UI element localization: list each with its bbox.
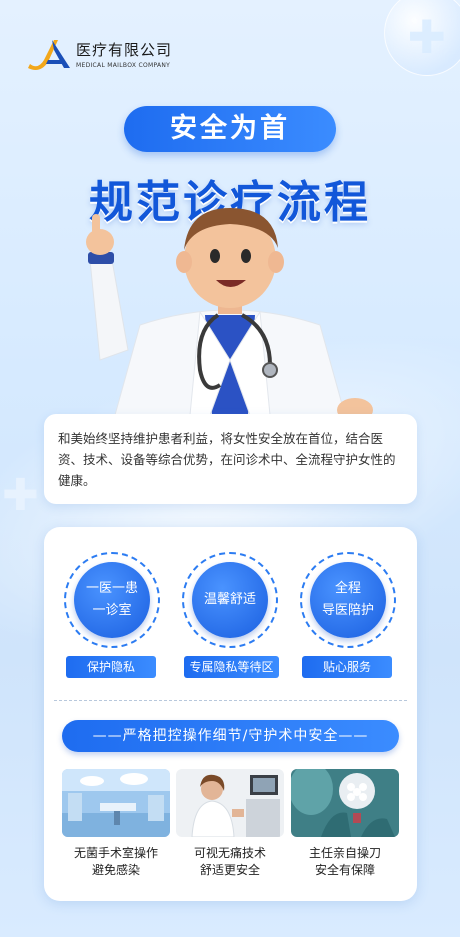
feature-tag: 专属隐私等待区 [184,656,279,678]
features-card: 一医一患 一诊室 温馨舒适 全程 导医陪护 保护隐私 专属隐私等待区 贴心服务 … [44,527,417,901]
headline-pill: 安全为首 [124,106,336,152]
intro-card: 和美始终坚持维护患者利益，将女性安全放在首位，结合医资、技术、设备等综合优势，在… [44,414,417,504]
plus-icon: ✚ [2,470,39,521]
feature-line: 导医陪护 [321,603,374,618]
caption-line: 安全有保障 [314,863,375,877]
feature-circle-2: 温馨舒适 [182,552,278,648]
feature-circle-3: 全程 导医陪护 [300,552,396,648]
photo-caption: 主任亲自操刀 安全有保障 [291,845,399,879]
caption-line: 主任亲自操刀 [308,846,381,860]
feature-line: 一诊室 [92,603,132,618]
feature-circle-1: 一医一患 一诊室 [64,552,160,648]
logo-mark-icon [26,34,72,74]
feature-line: 一医一患 [85,581,138,596]
company-logo: 医疗有限公司 MEDICAL MAILBOX COMPANY [26,34,172,74]
divider [54,700,407,701]
photo-caption: 可视无痛技术 舒适更安全 [176,845,284,879]
operating-room-photo [62,769,170,837]
feature-tag: 保护隐私 [66,656,156,678]
section-title: ——严格把控操作细节/守护术中安全—— [62,720,399,752]
feature-line: 全程 [334,581,361,596]
photo-caption: 无菌手术室操作 避免感染 [62,845,170,879]
surgery-photo [291,769,399,837]
intro-text: 和美始终坚持维护患者利益，将女性安全放在首位，结合医资、技术、设备等综合优势，在… [58,431,396,488]
company-name: 医疗有限公司 [76,41,173,59]
caption-line: 可视无痛技术 [193,846,266,860]
caption-line: 无菌手术室操作 [73,846,158,860]
company-name-en: MEDICAL MAILBOX COMPANY [76,62,171,69]
feature-tag: 贴心服务 [302,656,392,678]
caption-line: 避免感染 [91,863,140,877]
plus-icon: ✚ [407,10,446,64]
doctor-illustration [70,200,390,425]
doctor-ultrasound-photo [176,769,284,837]
feature-line: 温馨舒适 [203,592,256,607]
caption-line: 舒适更安全 [199,863,260,877]
